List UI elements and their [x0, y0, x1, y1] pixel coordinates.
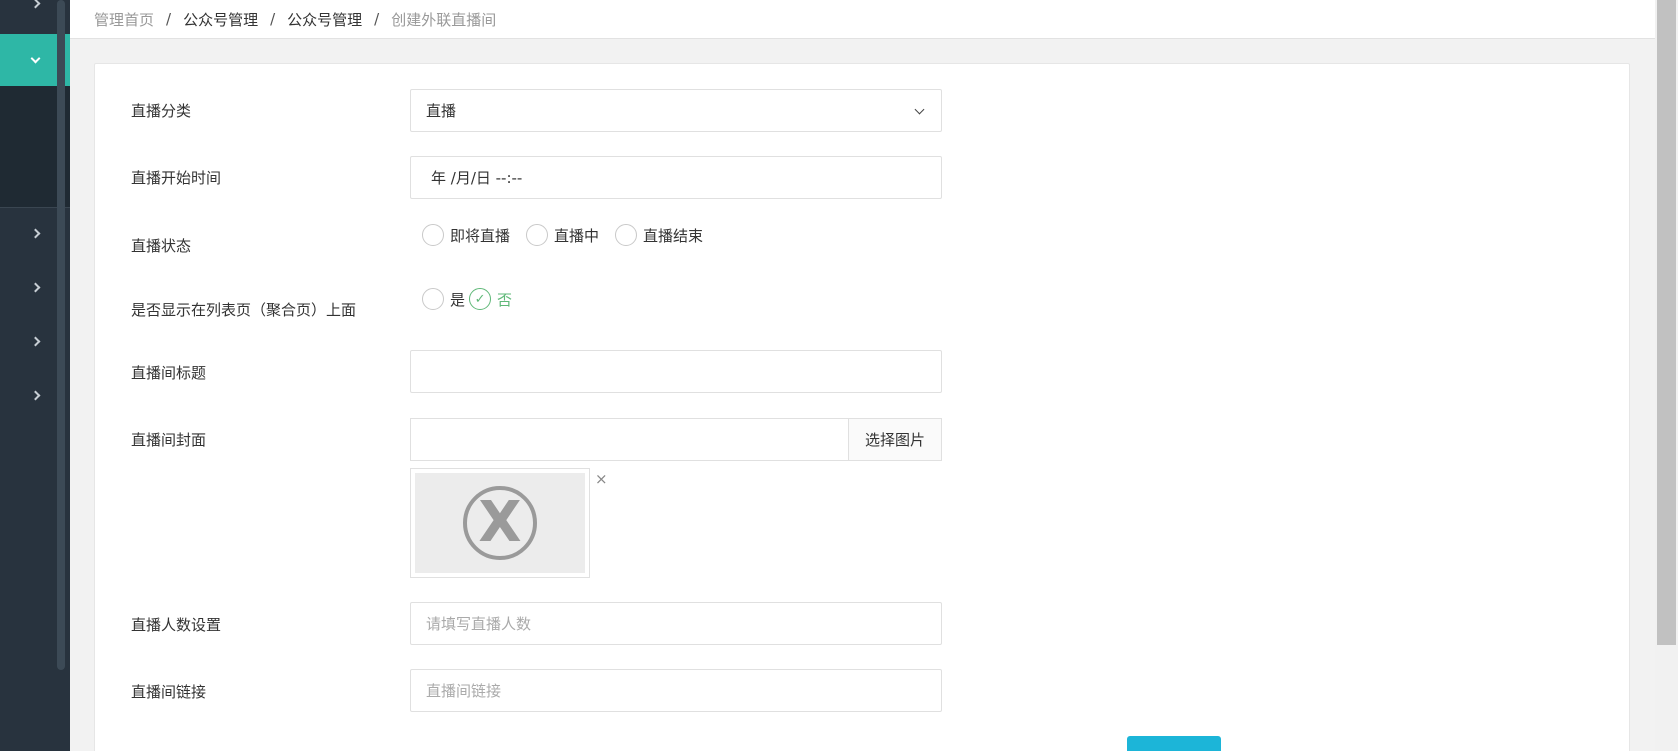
link-label: 直播间链接	[131, 683, 207, 701]
chevron-down-icon	[914, 104, 925, 115]
status-radio-upcoming[interactable]: 即将直播	[422, 224, 510, 246]
radio-label: 即将直播	[450, 226, 511, 245]
broken-image-icon: X	[463, 486, 537, 560]
breadcrumb: 管理首页 / 公众号管理 / 公众号管理 / 创建外联直播间	[70, 0, 1655, 39]
viewer-count-label: 直播人数设置	[131, 616, 222, 634]
start-time-label: 直播开始时间	[131, 169, 222, 187]
chevron-right-icon	[30, 282, 40, 292]
sidebar	[0, 0, 70, 751]
chevron-right-icon	[30, 390, 40, 400]
show-on-list-radio-yes[interactable]: 是	[422, 288, 465, 310]
breadcrumb-item[interactable]: 公众号管理	[287, 9, 362, 30]
cover-path-input[interactable]	[410, 418, 849, 461]
chevron-down-icon	[30, 53, 40, 63]
link-placeholder: 直播间链接	[426, 682, 502, 700]
breadcrumb-current: 创建外联直播间	[391, 10, 497, 29]
status-radio-live[interactable]: 直播中	[526, 224, 599, 246]
viewer-count-input[interactable]: 请填写直播人数	[410, 602, 942, 645]
page-scrollbar-thumb[interactable]	[1657, 0, 1676, 645]
category-select-value: 直播	[426, 102, 457, 120]
show-on-list-radio-group: 是 ✓ 否	[422, 288, 528, 310]
cover-label: 直播间封面	[131, 431, 207, 449]
radio-label: 是	[450, 290, 466, 309]
radio-circle	[422, 224, 444, 246]
category-label: 直播分类	[131, 102, 192, 120]
chevron-right-icon	[30, 336, 40, 346]
page-scrollbar[interactable]	[1655, 0, 1678, 751]
start-time-input[interactable]: 年 /月/日 --:--	[410, 156, 942, 199]
breadcrumb-home[interactable]: 管理首页	[94, 9, 154, 30]
radio-label: 直播中	[554, 226, 600, 245]
status-radio-group: 即将直播 直播中 直播结束	[422, 224, 719, 246]
submit-button[interactable]	[1127, 736, 1221, 751]
status-radio-ended[interactable]: 直播结束	[615, 224, 703, 246]
show-on-list-label: 是否显示在列表页（聚合页）上面	[131, 301, 357, 319]
status-label: 直播状态	[131, 237, 192, 255]
viewer-count-placeholder: 请填写直播人数	[426, 615, 532, 633]
category-select[interactable]: 直播	[410, 89, 942, 132]
breadcrumb-separator: /	[166, 10, 172, 28]
breadcrumb-item[interactable]: 公众号管理	[183, 9, 258, 30]
cover-preview-placeholder: X	[415, 473, 585, 573]
start-time-value: 年 /月/日 --:--	[431, 169, 523, 187]
title-input[interactable]	[410, 350, 942, 393]
sidebar-scrollbar[interactable]	[57, 0, 65, 670]
choose-image-button[interactable]: 选择图片	[848, 418, 942, 461]
radio-label: 否	[497, 290, 513, 309]
chevron-right-icon	[30, 228, 40, 238]
chevron-right-icon	[30, 0, 40, 8]
breadcrumb-separator: /	[270, 10, 276, 28]
title-label: 直播间标题	[131, 364, 207, 382]
breadcrumb-separator: /	[374, 10, 380, 28]
radio-label: 直播结束	[643, 226, 704, 245]
radio-circle	[526, 224, 549, 246]
radio-circle	[615, 224, 638, 246]
close-icon[interactable]: ×	[595, 470, 608, 488]
check-icon: ✓	[469, 288, 492, 310]
show-on-list-radio-no[interactable]: ✓ 否	[469, 288, 512, 310]
link-input[interactable]: 直播间链接	[410, 669, 942, 712]
cover-preview: X	[410, 468, 590, 578]
radio-circle	[422, 288, 444, 310]
